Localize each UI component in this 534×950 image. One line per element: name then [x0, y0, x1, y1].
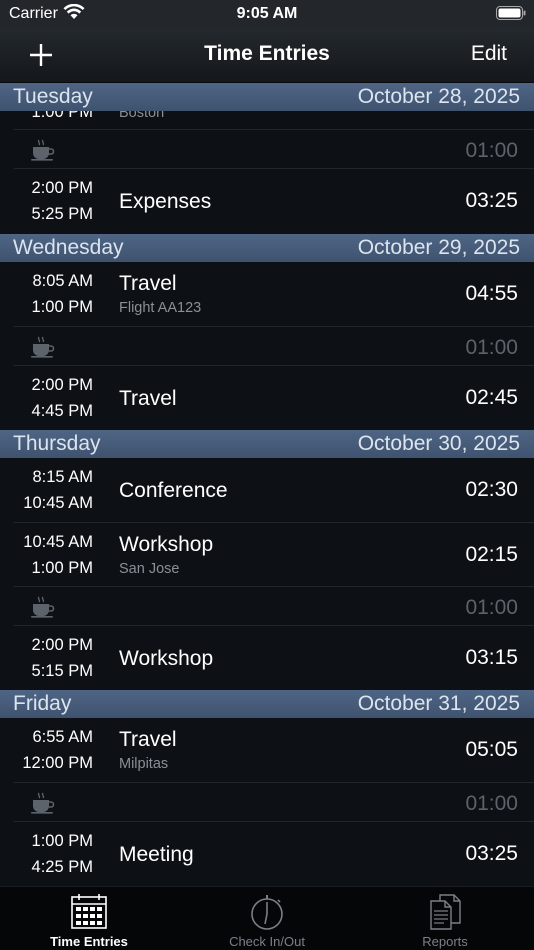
break-duration: 01:00	[465, 596, 518, 619]
day-date: October 28, 2025	[357, 85, 520, 108]
day-header-wednesday: Wednesday October 29, 2025	[0, 234, 534, 262]
entry-end-time: 1:00 PM	[31, 111, 93, 121]
day-name: Thursday	[13, 432, 101, 455]
time-entry-row[interactable]: 6:55 AM 12:00 PM Travel Milpitas 05:05	[0, 718, 534, 783]
battery-icon	[496, 6, 526, 20]
tab-label: Reports	[422, 934, 468, 949]
entry-duration: 02:15	[465, 543, 518, 566]
day-name: Friday	[13, 692, 72, 715]
coffee-cup-icon	[31, 336, 55, 358]
day-date: October 30, 2025	[357, 432, 520, 455]
entry-duration: 04:55	[465, 282, 518, 305]
tab-reports[interactable]: Reports	[356, 887, 534, 950]
day-date: October 29, 2025	[357, 236, 520, 259]
entry-duration: 03:25	[465, 842, 518, 865]
break-duration: 01:00	[465, 792, 518, 815]
entry-end-time: 4:45 PM	[31, 402, 93, 420]
tab-label: Time Entries	[50, 934, 128, 949]
entry-start-time: 8:05 AM	[32, 272, 93, 290]
entry-location: Milpitas	[119, 756, 169, 772]
break-row[interactable]: 01:00	[0, 327, 534, 366]
entry-activity: Travel	[119, 387, 177, 410]
entry-duration: 02:45	[465, 386, 518, 409]
entry-duration: 02:30	[465, 478, 518, 501]
day-header-thursday: Thursday October 30, 2025	[0, 430, 534, 458]
edit-button[interactable]: Edit	[471, 42, 507, 66]
add-entry-button[interactable]	[26, 40, 56, 70]
tab-time-entries[interactable]: Time Entries	[0, 887, 178, 950]
entry-start-time: 2:00 PM	[31, 636, 93, 654]
documents-icon	[430, 894, 461, 930]
entry-end-time: 5:25 PM	[31, 205, 93, 223]
coffee-cup-icon	[31, 792, 55, 814]
calendar-icon	[71, 894, 107, 929]
time-entry-row[interactable]: 8:05 AM 1:00 PM Travel Flight AA123 04:5…	[0, 262, 534, 327]
entry-location: San Jose	[119, 561, 180, 577]
entry-end-time: 4:25 PM	[31, 858, 93, 876]
entry-activity: Travel	[119, 272, 177, 295]
coffee-cup-icon	[31, 596, 55, 618]
entry-activity: Workshop	[119, 533, 214, 556]
tab-label: Check In/Out	[229, 934, 305, 949]
entry-start-time: 2:00 PM	[31, 179, 93, 197]
entry-duration: 03:25	[465, 189, 518, 212]
entry-duration: 05:05	[465, 738, 518, 761]
time-entry-row[interactable]: 8:15 AM 10:45 AM Conference 02:30	[0, 458, 534, 523]
tab-bar: Time Entries Check In/Out Reports	[0, 886, 534, 950]
break-duration: 01:00	[465, 336, 518, 359]
entry-end-time: 12:00 PM	[22, 754, 93, 772]
time-entry-row[interactable]: 1:00 PM 4:25 PM Meeting 03:25	[0, 822, 534, 886]
coffee-cup-icon	[31, 139, 55, 161]
entry-activity: Conference	[119, 479, 228, 502]
entry-start-time: 2:00 PM	[31, 376, 93, 394]
day-header-tuesday: Tuesday October 28, 2025	[0, 83, 534, 111]
entry-start-time: 1:00 PM	[31, 832, 93, 850]
status-time: 9:05 AM	[236, 5, 298, 22]
entry-end-time: 10:45 AM	[23, 494, 93, 512]
day-name: Wednesday	[13, 236, 124, 259]
entry-start-time: 6:55 AM	[32, 728, 93, 746]
time-entry-row[interactable]: 2:00 PM 5:25 PM Expenses 03:25	[0, 169, 534, 234]
time-entries-list[interactable]: 1:00 PM Boston 01:00 2:00 PM 5:25 PM Exp…	[0, 83, 534, 886]
time-entry-row[interactable]: 2:00 PM 5:15 PM Workshop 03:15	[0, 626, 534, 690]
entry-end-time: 5:15 PM	[31, 662, 93, 680]
break-row[interactable]: 01:00	[0, 587, 534, 626]
page-title: Time Entries	[204, 42, 330, 65]
time-entry-row[interactable]: 1:00 PM Boston	[0, 111, 534, 130]
day-date: October 31, 2025	[357, 692, 520, 715]
entry-duration: 03:15	[465, 646, 518, 669]
time-entry-row[interactable]: 2:00 PM 4:45 PM Travel 02:45	[0, 366, 534, 430]
entry-location: Flight AA123	[119, 300, 202, 316]
entry-activity: Travel	[119, 728, 177, 751]
entry-end-time: 1:00 PM	[31, 559, 93, 577]
tab-check-in-out[interactable]: Check In/Out	[178, 887, 356, 950]
entry-start-time: 8:15 AM	[32, 468, 93, 486]
plus-icon	[30, 44, 52, 66]
entry-location: Boston	[119, 111, 165, 121]
entry-activity: Expenses	[119, 190, 212, 213]
entry-activity: Workshop	[119, 647, 214, 670]
break-row[interactable]: 01:00	[0, 130, 534, 169]
break-row[interactable]: 01:00	[0, 783, 534, 822]
stopwatch-icon	[251, 895, 283, 930]
status-bar: Carrier 9:05 AM	[0, 0, 534, 28]
day-name: Tuesday	[13, 85, 93, 108]
time-entry-row[interactable]: 10:45 AM 1:00 PM Workshop San Jose 02:15	[0, 523, 534, 587]
entry-activity: Meeting	[119, 843, 194, 866]
day-header-friday: Friday October 31, 2025	[0, 690, 534, 718]
entry-start-time: 10:45 AM	[23, 533, 93, 551]
navigation-bar: Time Entries Edit	[0, 28, 534, 83]
break-duration: 01:00	[465, 139, 518, 162]
entry-end-time: 1:00 PM	[31, 298, 93, 316]
